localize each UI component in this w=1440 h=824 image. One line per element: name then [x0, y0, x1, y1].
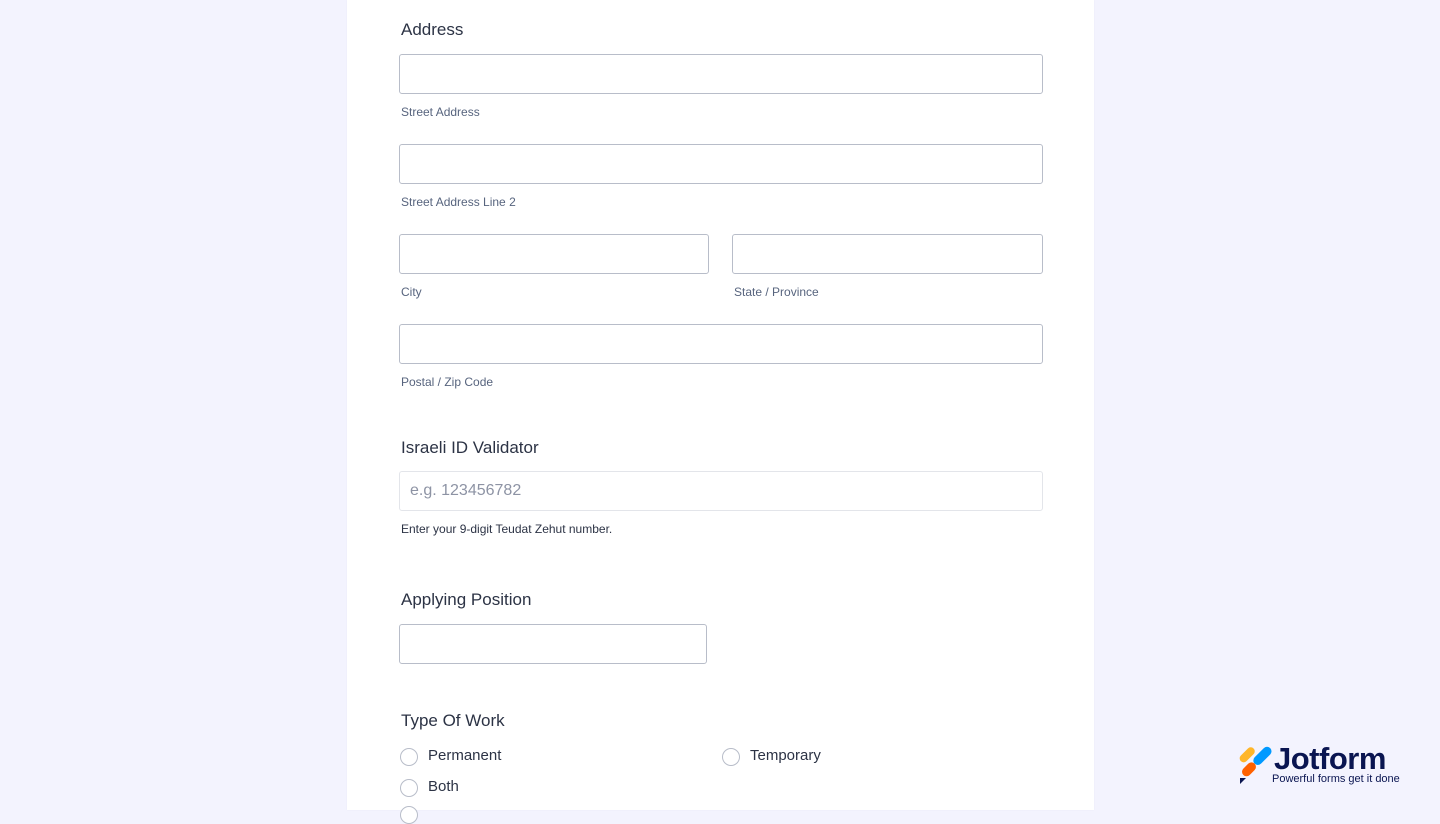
street-address-line2-sublabel: Street Address Line 2: [401, 195, 516, 209]
jotform-tagline: Powerful forms get it done: [1272, 773, 1400, 785]
radio-permanent[interactable]: [400, 748, 418, 766]
postal-zip-sublabel: Postal / Zip Code: [401, 375, 494, 389]
applying-position-input[interactable]: [399, 624, 707, 664]
jotform-brand-name: Jotform: [1274, 741, 1386, 776]
street-address-line2-input[interactable]: [399, 144, 1043, 184]
type-of-work-label: Type Of Work: [401, 711, 505, 730]
postal-zip-input[interactable]: [399, 324, 1043, 364]
israeli-id-hint: Enter your 9-digit Teudat Zehut number.: [401, 522, 613, 536]
radio-temporary-label[interactable]: Temporary: [750, 747, 821, 764]
city-input[interactable]: [399, 234, 709, 274]
jotform-logo-icon: [1239, 746, 1272, 784]
city-sublabel: City: [401, 285, 422, 299]
radio-permanent-label[interactable]: Permanent: [428, 747, 501, 764]
radio-both-label[interactable]: Both: [428, 778, 459, 795]
israeli-id-input[interactable]: [399, 471, 1043, 511]
state-province-sublabel: State / Province: [734, 285, 819, 299]
israeli-id-label: Israeli ID Validator: [401, 438, 539, 457]
street-address-sublabel: Street Address: [401, 105, 480, 119]
form-card: [347, 0, 1094, 810]
applying-position-label: Applying Position: [401, 590, 532, 609]
address-label: Address: [401, 20, 464, 39]
street-address-input[interactable]: [399, 54, 1043, 94]
jotform-badge[interactable]: Jotform Powerful forms get it done: [1236, 741, 1406, 790]
radio-both[interactable]: [400, 779, 418, 797]
state-province-input[interactable]: [732, 234, 1043, 274]
radio-next-partial[interactable]: [400, 806, 418, 824]
radio-temporary[interactable]: [722, 748, 740, 766]
